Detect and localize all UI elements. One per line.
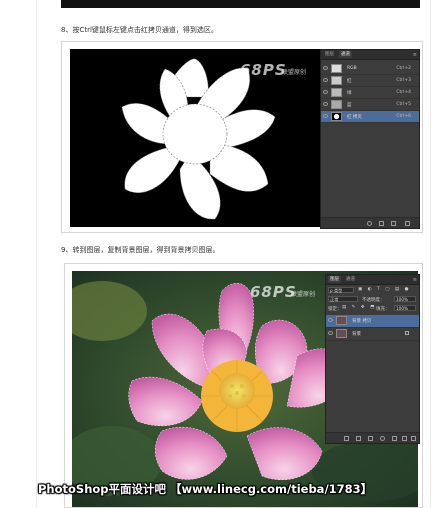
channel-thumbnail [331,100,342,109]
channel-row-blue[interactable]: 蓝 Ctrl+5 [321,99,419,111]
add-mask-icon[interactable] [368,436,373,441]
layer-name: 背景 [352,332,361,337]
previous-image-bottom-edge [61,0,420,8]
eye-icon[interactable] [323,78,328,82]
step-8-instruction: 8、按Ctrl键鼠标左键点击红拷贝通道，得到选区。 [61,26,218,34]
layer-name: 背景 拷贝 [352,319,372,324]
page-left-rule [36,0,37,508]
channel-shortcut: Ctrl+4 [396,90,411,95]
channel-shortcut: Ctrl+2 [396,66,411,71]
tab-layers[interactable]: 图层 [328,276,341,283]
eye-icon[interactable] [323,102,328,106]
watermark-logo: 68PS [250,283,297,301]
watermark-subtitle: 联盟原创 [282,69,307,76]
watermark-subtitle: 联盟原创 [291,291,316,298]
blend-mode-select[interactable]: 正常 [328,296,358,302]
fill-label: 填充： [376,307,390,312]
eye-icon[interactable] [328,318,333,322]
channel-row-red-copy[interactable]: 红 拷贝 Ctrl+6 [321,111,419,123]
channel-shortcut: Ctrl+6 [396,114,411,119]
tab-channels[interactable]: 通道 [344,276,357,283]
adjustment-layer-icon[interactable] [380,436,385,441]
channels-panel-footer [321,217,419,228]
channel-thumbnail [331,112,342,121]
opacity-label: 不透明度： [362,298,385,303]
fx-icon[interactable] [356,436,361,441]
page-right-rule [430,0,431,508]
panel-menu-icon[interactable]: ≡ [413,52,417,58]
layer-row-background-copy[interactable]: 背景 拷贝 [326,315,419,328]
panel-menu-icon[interactable]: ≡ [413,277,417,283]
link-layers-icon[interactable] [344,436,349,441]
figure-channels: 68PS 联盟原创 图层 通道 ≡ RGB Ctrl+2 红 Ctrl+3 绿 … [61,41,423,233]
save-selection-icon[interactable] [379,221,384,226]
channel-thumbnail [331,64,342,73]
channel-name: 红 [347,79,352,84]
layers-panel-footer [326,432,419,443]
layer-thumbnail [336,329,347,338]
eye-icon[interactable] [328,331,333,335]
lock-label: 锁定： [328,307,342,312]
panel-tabs: 图层 通道 ≡ [321,50,419,60]
fill-input[interactable]: 100% [394,305,416,311]
load-selection-icon[interactable] [367,221,372,226]
eye-icon[interactable] [323,114,328,118]
step-9-instruction: 9、转到图层，复制背景图层，得到背景拷贝图层。 [61,246,220,254]
figure-layers: 68PS 联盟原创 图层 通道 ≡ ρ 类型 ▣ ◐ T ▢ ▤ ● 正常 不透… [64,263,423,508]
footer-watermark: PhotoShop平面设计吧 【www.linecg.com/tieba/178… [38,482,373,496]
channel-thumbnail [331,88,342,97]
channel-thumbnail [331,76,342,85]
lock-icons[interactable]: ▤ ✎ ✥ ⬒ [342,305,376,310]
channel-shortcut: Ctrl+3 [396,78,411,83]
black-canvas: 68PS 联盟原创 [70,49,320,227]
watermark-logo: 68PS [240,61,287,79]
channel-name: 红 拷贝 [347,115,362,120]
trash-icon[interactable] [411,436,416,441]
opacity-input[interactable]: 100% [394,296,416,302]
trash-icon[interactable] [405,221,410,226]
tab-layers[interactable]: 图层 [323,51,336,58]
new-group-icon[interactable] [392,436,397,441]
eye-icon[interactable] [323,90,328,94]
channel-row-red[interactable]: 红 Ctrl+3 [321,75,419,87]
channel-name: 蓝 [347,103,352,108]
blend-row: 正常 不透明度： 100% [328,295,417,303]
lock-row: 锁定： ▤ ✎ ✥ ⬒ 填充： 100% [328,304,417,312]
eye-icon[interactable] [323,66,328,70]
channels-panel: 图层 通道 ≡ RGB Ctrl+2 红 Ctrl+3 绿 Ctrl+4 蓝 C… [320,49,420,229]
filter-icons[interactable]: ▣ ◐ T ▢ ▤ ● [358,287,411,292]
channel-shortcut: Ctrl+5 [396,102,411,107]
layer-row-background[interactable]: 背景 [326,328,419,341]
new-channel-icon[interactable] [391,221,396,226]
panel-tabs: 图层 通道 ≡ [326,275,419,285]
filter-kind-select[interactable]: ρ 类型 [328,287,354,293]
channel-name: RGB [347,66,357,71]
layer-thumbnail [336,316,347,325]
tab-channels[interactable]: 通道 [339,51,352,58]
lock-icon [405,331,409,335]
channel-row-rgb[interactable]: RGB Ctrl+2 [321,63,419,75]
layers-panel: 图层 通道 ≡ ρ 类型 ▣ ◐ T ▢ ▤ ● 正常 不透明度： 100% 锁… [325,274,420,444]
channel-row-green[interactable]: 绿 Ctrl+4 [321,87,419,99]
new-layer-icon[interactable] [402,436,407,441]
channel-name: 绿 [347,91,352,96]
layer-filter-row: ρ 类型 ▣ ◐ T ▢ ▤ ● [328,286,417,294]
